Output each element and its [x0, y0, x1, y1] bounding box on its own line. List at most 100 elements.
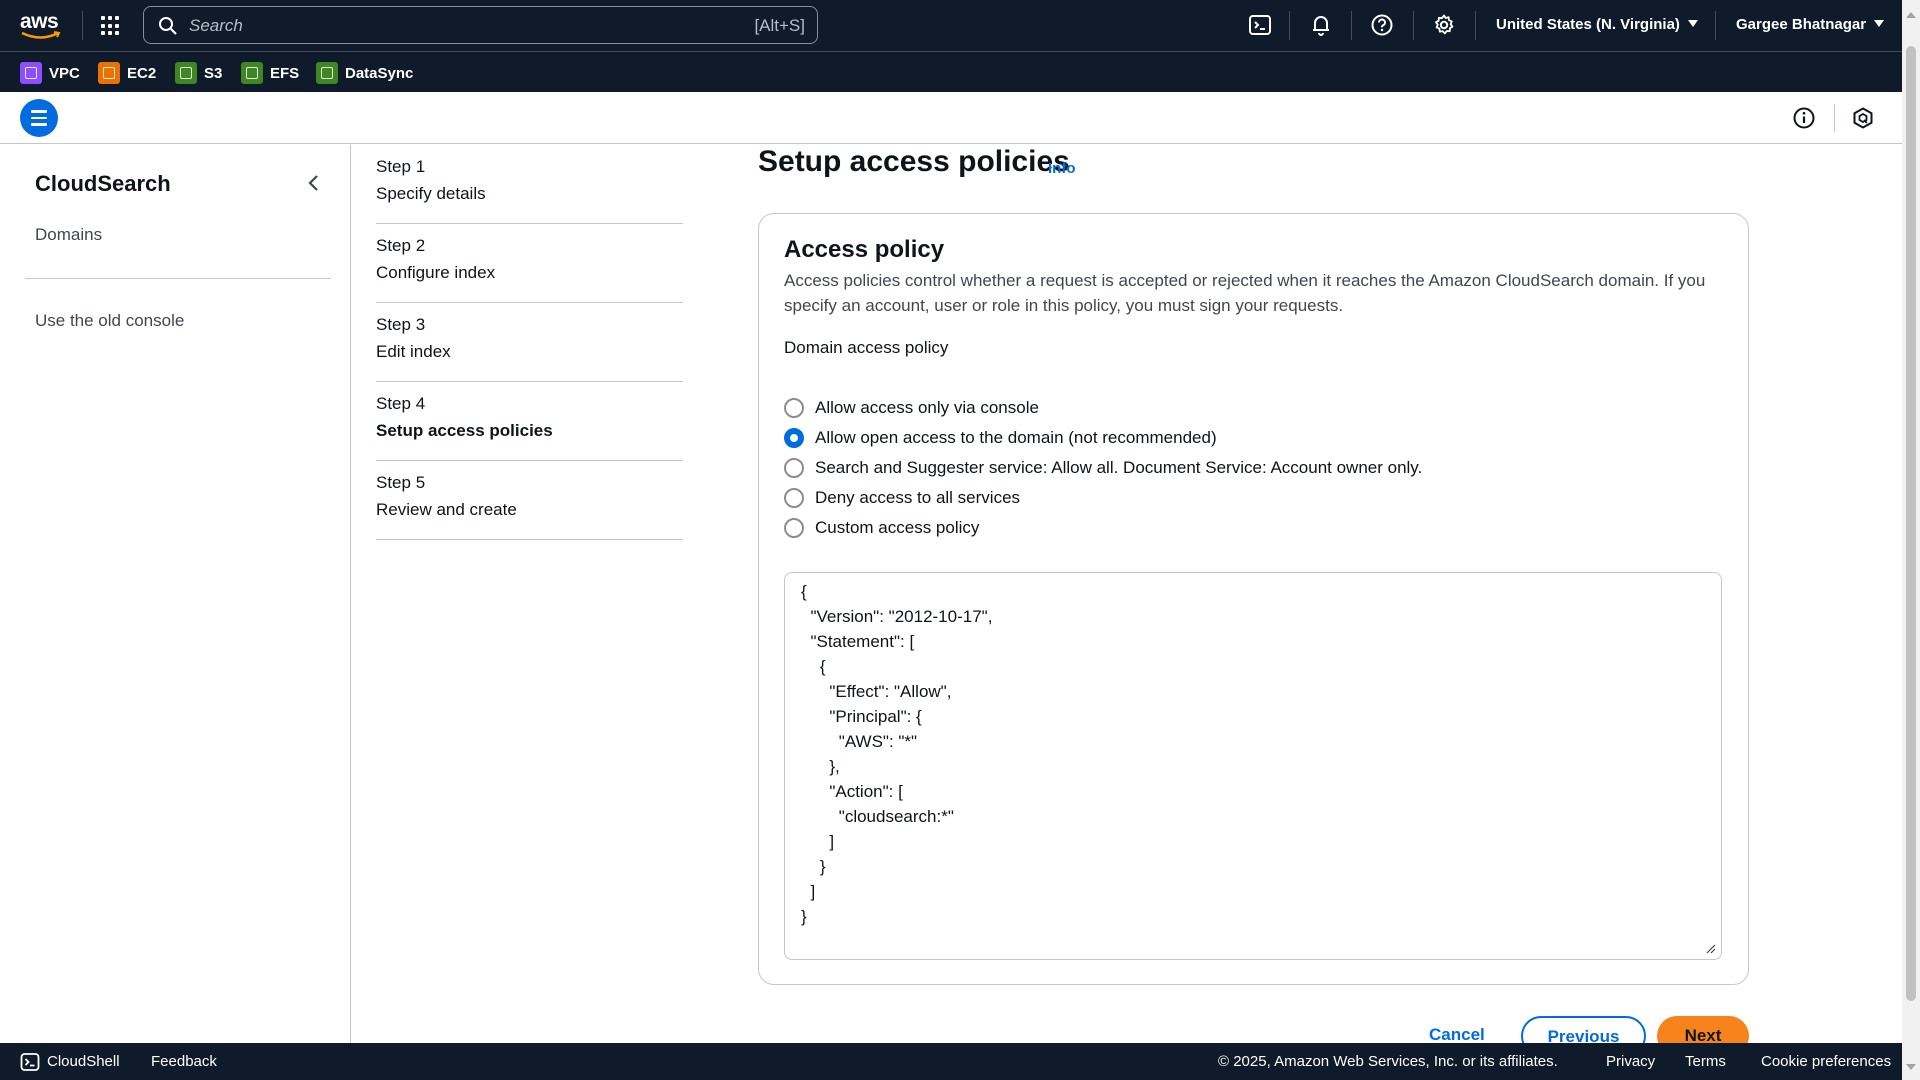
wizard-steps: Step 1 Specify details Step 2 Configure … — [376, 145, 683, 540]
app-layout-header — [0, 92, 1902, 144]
radio-label: Deny access to all services — [815, 488, 1021, 507]
radio-button-selected[interactable] — [784, 428, 804, 448]
radio-label: Allow open access to the domain (not rec… — [815, 428, 1217, 447]
radio-button[interactable] — [784, 398, 804, 418]
favorites-bar: VPC EC2 S3 EFS DataSync — [0, 51, 1902, 92]
favorite-vpc[interactable]: VPC — [20, 62, 80, 84]
ec2-service-icon — [98, 62, 120, 84]
resize-handle-icon[interactable] — [1706, 944, 1716, 954]
step-number: Step 2 — [376, 236, 426, 255]
region-selector[interactable]: United States (N. Virginia) — [1496, 16, 1698, 33]
account-name: Gargee Bhatnagar — [1736, 16, 1867, 33]
favorite-label: VPC — [49, 64, 80, 82]
radio-button[interactable] — [784, 488, 804, 508]
region-label: United States (N. Virginia) — [1496, 16, 1680, 33]
info-panel-icon[interactable] — [1792, 106, 1816, 130]
radio-button[interactable] — [784, 518, 804, 538]
scroll-down-arrow-icon[interactable] — [1906, 1064, 1916, 1070]
favorite-datasync[interactable]: DataSync — [316, 62, 413, 84]
cookie-preferences-link[interactable]: Cookie preferences — [1761, 1053, 1891, 1070]
wizard-step-1: Step 1 Specify details — [376, 145, 683, 224]
step-name: Review and create — [376, 500, 517, 519]
step-name: Configure index — [376, 263, 496, 282]
nav-divider — [1289, 11, 1290, 40]
sidenav-item-domains[interactable]: Domains — [35, 225, 102, 245]
scrollbar-thumb[interactable] — [1906, 46, 1916, 1001]
access-policy-panel: Access policy Access policies control wh… — [758, 213, 1749, 985]
vpc-service-icon — [20, 62, 42, 84]
help-icon[interactable] — [1370, 13, 1394, 37]
aws-smile-icon — [21, 31, 61, 39]
domain-access-policy-label: Domain access policy — [784, 338, 949, 357]
caret-down-icon — [1874, 20, 1885, 27]
search-shortcut: [Alt+S] — [754, 16, 805, 35]
copyright-text: © 2025, Amazon Web Services, Inc. or its… — [1218, 1053, 1558, 1070]
policy-json-text[interactable]: { "Version": "2012-10-17", "Statement": … — [801, 579, 992, 929]
favorite-label: EFS — [270, 64, 300, 82]
cancel-button[interactable]: Cancel — [1429, 1025, 1485, 1045]
top-navigation: aws Search [Alt+S] United States (N. Vir… — [0, 0, 1902, 51]
gear-icon[interactable] — [1432, 13, 1456, 37]
step-name: Specify details — [376, 184, 486, 203]
page-scrollbar[interactable] — [1902, 0, 1920, 1080]
efs-service-icon — [241, 62, 263, 84]
step-number: Step 3 — [376, 315, 426, 334]
terms-link[interactable]: Terms — [1685, 1053, 1726, 1070]
feedback-link[interactable]: Feedback — [151, 1053, 217, 1070]
wizard-step-3: Step 3 Edit index — [376, 303, 683, 382]
favorite-label: EC2 — [127, 64, 157, 82]
scroll-up-arrow-icon[interactable] — [1906, 12, 1916, 18]
console-footer: CloudShell Feedback © 2025, Amazon Web S… — [0, 1043, 1902, 1080]
favorite-label: DataSync — [345, 64, 414, 82]
nav-divider — [1475, 11, 1476, 40]
privacy-link[interactable]: Privacy — [1606, 1053, 1655, 1070]
nav-divider — [82, 11, 83, 40]
favorite-label: S3 — [204, 64, 223, 82]
wizard-step-2: Step 2 Configure index — [376, 224, 683, 303]
radio-button[interactable] — [784, 458, 804, 478]
radio-option-deny-all[interactable]: Deny access to all services — [784, 488, 1020, 508]
radio-option-search-suggester[interactable]: Search and Suggester service: Allow all.… — [784, 458, 1422, 478]
nav-divider — [1413, 11, 1414, 40]
panel-heading: Access policy — [784, 236, 945, 263]
sidenav-item-old-console[interactable]: Use the old console — [35, 311, 184, 331]
radio-label: Allow access only via console — [815, 398, 1039, 417]
step-number: Step 5 — [376, 473, 426, 492]
step-name-active: Setup access policies — [376, 421, 553, 440]
bell-icon[interactable] — [1309, 13, 1333, 37]
panel-description: Access policies control whether a reques… — [784, 271, 1706, 315]
favorite-s3[interactable]: S3 — [175, 62, 222, 84]
favorite-ec2[interactable]: EC2 — [98, 62, 156, 84]
policy-json-editor[interactable]: { "Version": "2012-10-17", "Statement": … — [784, 572, 1722, 960]
datasync-service-icon — [316, 62, 338, 84]
wizard-step-5: Step 5 Review and create — [376, 461, 683, 540]
search-input[interactable]: Search [Alt+S] — [143, 6, 818, 44]
search-icon — [159, 17, 177, 35]
header-divider — [1834, 104, 1835, 132]
radio-option-custom[interactable]: Custom access policy — [784, 518, 979, 538]
radio-option-console-only[interactable]: Allow access only via console — [784, 398, 1039, 418]
radio-option-open-access[interactable]: Allow open access to the domain (not rec… — [784, 428, 1217, 448]
side-navigation: CloudSearch Domains Use the old console — [0, 145, 351, 1043]
radio-label: Custom access policy — [815, 518, 980, 537]
cloudshell-link[interactable]: CloudShell — [47, 1053, 120, 1070]
step-number: Step 1 — [376, 157, 426, 176]
amazon-q-icon[interactable] — [1851, 106, 1875, 130]
hamburger-menu-button[interactable] — [20, 99, 58, 137]
info-link[interactable]: Info — [1048, 160, 1076, 177]
account-menu[interactable]: Gargee Bhatnagar — [1736, 16, 1885, 33]
cloudshell-icon[interactable] — [1248, 13, 1272, 37]
chevron-left-icon[interactable] — [303, 172, 325, 194]
service-title[interactable]: CloudSearch — [35, 171, 171, 197]
caret-down-icon — [1687, 20, 1698, 27]
step-number: Step 4 — [376, 394, 426, 413]
nav-divider — [1351, 11, 1352, 40]
sidenav-divider — [25, 278, 331, 279]
aws-logo[interactable]: aws — [20, 10, 62, 40]
wizard-step-4: Step 4 Setup access policies — [376, 382, 683, 461]
cloudshell-icon[interactable] — [20, 1052, 40, 1072]
services-grid-icon[interactable] — [100, 15, 122, 37]
page-title: Setup access policies — [758, 145, 1070, 178]
s3-service-icon — [175, 62, 197, 84]
favorite-efs[interactable]: EFS — [241, 62, 299, 84]
